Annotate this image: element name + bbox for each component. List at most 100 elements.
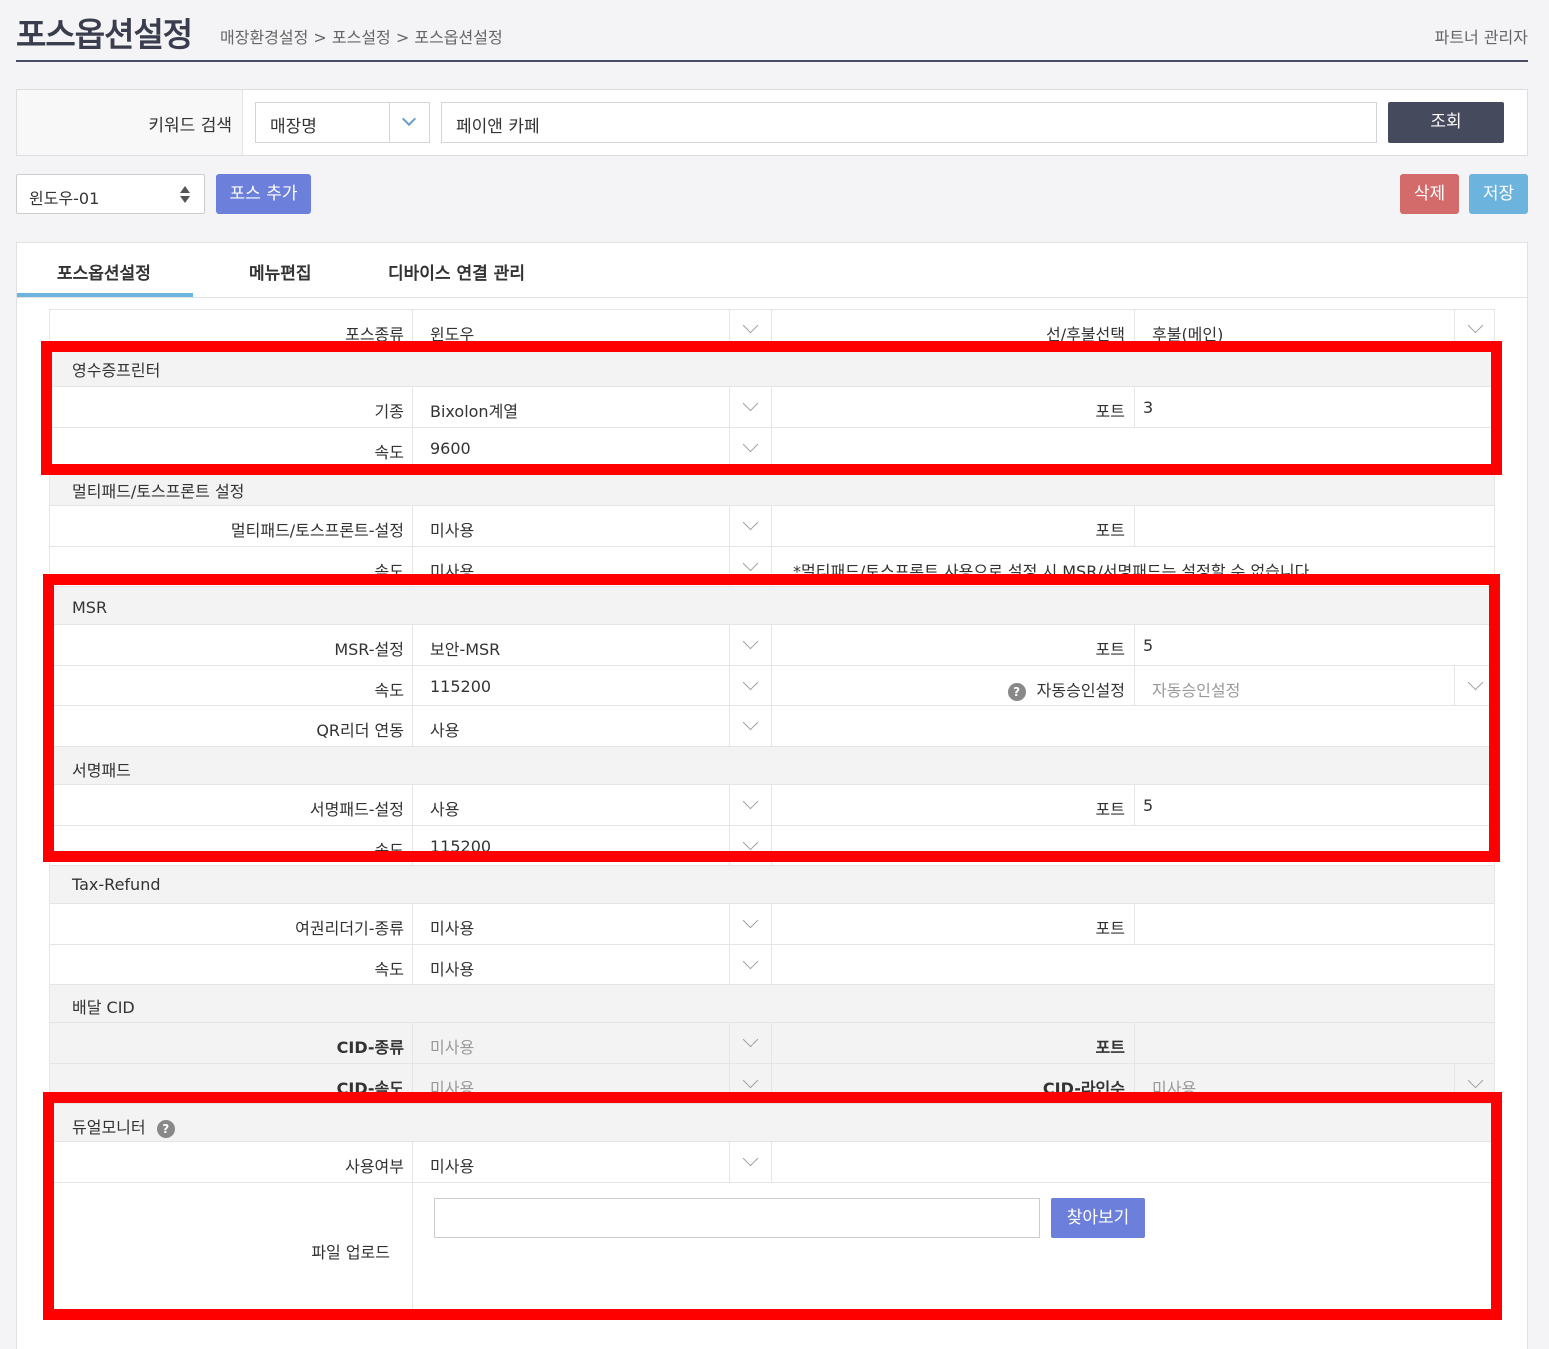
section-dual-monitor: 듀얼모니터 ? (49, 1104, 1495, 1142)
receipt-speed-select[interactable]: 9600 (412, 428, 772, 467)
dual-monitor-use-select[interactable]: 미사용 (412, 1142, 772, 1182)
passport-reader-row: 여권리더기-종류 미사용 포트 (49, 904, 1495, 945)
sign-pad-port-input[interactable]: 5 (1134, 785, 1496, 825)
tab-device-connection[interactable]: 디바이스 연결 관리 (388, 259, 525, 284)
qr-reader-select[interactable]: 사용 (412, 706, 772, 746)
pos-select[interactable]: 윈도우-01 (16, 174, 205, 214)
chevron-down-icon[interactable] (729, 547, 771, 586)
receipt-speed-row: 속도 9600 (49, 428, 1495, 468)
chevron-down-icon[interactable] (1454, 666, 1496, 705)
msr-setting-row: MSR-설정 보안-MSR 포트 5 (49, 625, 1495, 666)
section-title: 배달 CID (72, 998, 135, 1017)
browse-button[interactable]: 찾아보기 (1051, 1198, 1145, 1238)
msr-speed-row: 속도 115200 ? 자동승인설정 자동승인설정 (49, 666, 1495, 706)
receipt-model-select[interactable]: Bixolon계열 (412, 387, 772, 427)
chevron-down-icon[interactable] (729, 666, 771, 705)
page-title: 포스옵션설정 (16, 15, 193, 54)
section-tax-refund: Tax-Refund (49, 866, 1495, 904)
multipad-notice: *멀티패드/토스프론트 사용으로 설정 시 MSR/서명패드는 설정할 수 없습… (793, 562, 1315, 581)
multipad-speed-row: 속도 미사용 *멀티패드/토스프론트 사용으로 설정 시 MSR/서명패드는 설… (49, 547, 1495, 587)
multipad-speed-label: 속도 (374, 562, 404, 581)
qr-reader-row: QR리더 연동 사용 (49, 706, 1495, 747)
file-path-input[interactable] (434, 1198, 1040, 1238)
passport-reader-label: 여권리더기-종류 (295, 919, 404, 938)
chevron-down-icon[interactable] (389, 103, 429, 142)
chevron-down-icon[interactable] (729, 625, 771, 665)
save-button[interactable]: 저장 (1469, 174, 1528, 214)
user-role[interactable]: 파트너 관리자 (1435, 24, 1528, 48)
cid-speed-select[interactable]: 미사용 (412, 1064, 772, 1103)
sign-pad-speed-label: 속도 (374, 841, 404, 860)
multipad-speed-select[interactable]: 미사용 (412, 547, 772, 586)
search-label-cell: 키워드 검색 (17, 90, 243, 155)
cid-type-row: CID-종류 미사용 포트 (49, 1023, 1495, 1064)
sign-pad-setting-select[interactable]: 사용 (412, 785, 772, 825)
dual-monitor-use-row: 사용여부 미사용 (49, 1142, 1495, 1183)
add-pos-button[interactable]: 포스 추가 (216, 174, 311, 214)
qr-reader-value: 사용 (430, 721, 460, 740)
msr-port-label: 포트 (1095, 640, 1125, 659)
msr-port-input[interactable]: 5 (1134, 625, 1496, 665)
auto-approve-value: 자동승인설정 (1152, 681, 1241, 700)
cid-lines-select[interactable]: 미사용 (1134, 1064, 1496, 1103)
passport-reader-select[interactable]: 미사용 (412, 904, 772, 944)
chevron-down-icon[interactable] (729, 785, 771, 825)
sign-pad-speed-select[interactable]: 115200 (412, 826, 772, 865)
settings-panel: 포스옵션설정 메뉴편집 디바이스 연결 관리 포스종류 윈도우 선/후불선택 후… (16, 242, 1528, 1349)
search-input[interactable]: 페이앤 카페 (441, 102, 1377, 143)
pos-type-row: 포스종류 윈도우 선/후불선택 후불(메인) (49, 309, 1496, 344)
multipad-speed-value: 미사용 (430, 562, 475, 581)
sign-pad-speed-row: 속도 115200 (49, 826, 1495, 866)
msr-port-value: 5 (1143, 636, 1154, 655)
multipad-setting-select[interactable]: 미사용 (412, 506, 772, 546)
pos-type-select[interactable]: 윈도우 (412, 310, 772, 344)
search-type-value: 매장명 (270, 117, 317, 137)
auto-approve-select[interactable]: 자동승인설정 (1134, 666, 1496, 705)
chevron-down-icon[interactable] (729, 945, 771, 984)
chevron-down-icon[interactable] (729, 506, 771, 546)
chevron-down-icon[interactable] (729, 904, 771, 944)
msr-setting-select[interactable]: 보안-MSR (412, 625, 772, 665)
chevron-down-icon[interactable] (729, 1023, 771, 1063)
help-icon[interactable]: ? (156, 1119, 175, 1138)
chevron-down-icon[interactable] (1454, 1064, 1496, 1103)
chevron-down-icon[interactable] (729, 826, 771, 865)
help-icon[interactable]: ? (1007, 682, 1026, 701)
section-title: 영수증프린터 (72, 361, 161, 380)
tab-pos-options[interactable]: 포스옵션설정 (57, 259, 151, 284)
section-msr: MSR (49, 587, 1495, 625)
dual-monitor-use-label: 사용여부 (345, 1157, 404, 1176)
receipt-port-input[interactable]: 3 (1134, 387, 1496, 427)
receipt-model-row: 기종 Bixolon계열 포트 3 (49, 387, 1495, 428)
search-button[interactable]: 조회 (1388, 102, 1504, 143)
sign-pad-speed-value: 115200 (430, 837, 492, 856)
delete-button[interactable]: 삭제 (1400, 174, 1459, 214)
receipt-model-value: Bixolon계열 (430, 402, 519, 421)
chevron-down-icon[interactable] (729, 1064, 771, 1103)
receipt-speed-value: 9600 (430, 439, 471, 458)
chevron-down-icon[interactable] (729, 310, 771, 341)
chevron-down-icon[interactable] (729, 1142, 771, 1182)
section-delivery-cid: 배달 CID (49, 985, 1495, 1023)
pay-type-select[interactable]: 후불(메인) (1134, 310, 1496, 344)
cid-speed-row: CID-속도 미사용 CID-라인수 미사용 (49, 1064, 1495, 1104)
chevron-down-icon[interactable] (1454, 310, 1496, 341)
msr-speed-select[interactable]: 115200 (412, 666, 772, 705)
cid-port-input[interactable] (1134, 1023, 1496, 1063)
chevron-down-icon[interactable] (729, 706, 771, 746)
chevron-down-icon[interactable] (729, 387, 771, 427)
cid-lines-label: CID-라인수 (1042, 1079, 1125, 1098)
tax-port-input[interactable] (1134, 904, 1496, 944)
tax-speed-select[interactable]: 미사용 (412, 945, 772, 984)
tab-menu-edit[interactable]: 메뉴편집 (249, 259, 312, 284)
receipt-port-value: 3 (1143, 398, 1154, 417)
receipt-model-label: 기종 (374, 402, 404, 421)
multipad-port-input[interactable] (1134, 506, 1496, 546)
section-title: 듀얼모니터 (72, 1118, 146, 1137)
search-type-select[interactable]: 매장명 (255, 102, 430, 143)
section-title: 서명패드 (72, 761, 131, 780)
cid-type-select[interactable]: 미사용 (412, 1023, 772, 1063)
section-title: MSR (72, 598, 108, 617)
cid-speed-value: 미사용 (430, 1079, 475, 1098)
chevron-down-icon[interactable] (729, 428, 771, 467)
